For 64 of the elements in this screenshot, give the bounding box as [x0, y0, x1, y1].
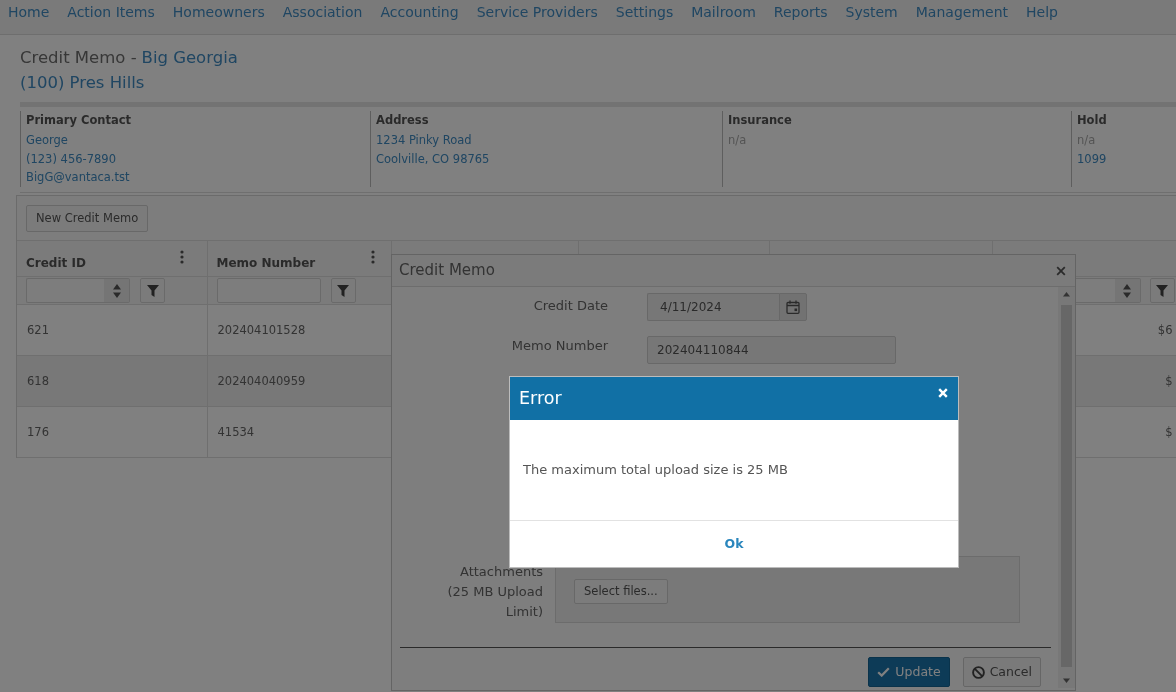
- calendar-button[interactable]: [779, 293, 807, 321]
- table-cell: 621: [17, 304, 207, 356]
- close-button[interactable]: [1056, 265, 1066, 276]
- info-link[interactable]: 1234 Pinky Road: [376, 131, 472, 150]
- filter-button[interactable]: [1149, 278, 1175, 304]
- filter-icon: [1156, 284, 1168, 297]
- filter-button[interactable]: [330, 278, 356, 304]
- cell-value: $6: [1157, 322, 1173, 337]
- close-icon: [1056, 265, 1066, 276]
- info-link[interactable]: (123) 456-7890: [26, 149, 116, 168]
- nav-link[interactable]: Settings: [615, 1, 674, 23]
- info-link[interactable]: Coolville, CO 98765: [376, 149, 490, 168]
- field-label: Memo Number: [511, 337, 608, 355]
- info-link[interactable]: George: [26, 131, 68, 150]
- filter-button[interactable]: [140, 278, 165, 304]
- ban-icon: [971, 665, 985, 679]
- property-link[interactable]: (100) Pres Hills: [20, 70, 145, 95]
- table-cell: 618: [17, 355, 207, 407]
- nav-link[interactable]: Management: [915, 1, 1008, 23]
- nav-link[interactable]: Reports: [773, 1, 828, 23]
- nav-link[interactable]: Service Providers: [476, 1, 598, 23]
- info-heading: Insurance: [728, 112, 792, 129]
- ok-button[interactable]: Ok: [718, 532, 750, 556]
- calendar-icon: [786, 300, 800, 314]
- info-heading: Address: [376, 112, 429, 129]
- info-heading: Hold: [1077, 112, 1107, 129]
- nav-link[interactable]: System: [845, 1, 898, 23]
- spinner-button[interactable]: [1114, 278, 1141, 304]
- field-label: Attachments (25 MB Upload Limit): [446, 563, 543, 621]
- vertical-dots-icon: [179, 250, 184, 265]
- filter-icon: [146, 284, 159, 297]
- page-title: Credit Memo -: [20, 47, 137, 69]
- select-files-button[interactable]: Select files...: [574, 579, 668, 605]
- vertical-dots-icon: [370, 250, 375, 265]
- info-link[interactable]: BigG@vantaca.tst: [26, 168, 130, 187]
- error-message: The maximum total upload size is 25 MB: [523, 461, 788, 480]
- input-field[interactable]: 202404110844: [647, 336, 896, 364]
- nav-link[interactable]: Association: [282, 1, 363, 23]
- cell-value: $: [1165, 373, 1173, 388]
- dialog-title: Error: [519, 387, 562, 411]
- homeowner-link[interactable]: Big Georgia: [141, 45, 238, 70]
- up-down-arrows-icon: [1123, 283, 1131, 298]
- scrollbar[interactable]: [1058, 287, 1075, 688]
- field-label: Credit Date: [533, 297, 608, 315]
- column-header[interactable]: Credit ID: [26, 253, 86, 274]
- dialog-title: Credit Memo: [399, 260, 495, 282]
- nav-link[interactable]: Mailroom: [691, 1, 756, 23]
- nav-link[interactable]: Help: [1026, 1, 1058, 23]
- cell-value: $: [1165, 424, 1173, 439]
- table-cell: 176: [17, 406, 207, 458]
- filter-icon: [337, 284, 349, 297]
- close-icon: [938, 388, 948, 398]
- check-icon: [877, 667, 891, 677]
- nav-link[interactable]: Homeowners: [172, 1, 265, 23]
- table-cell: 202404040959: [207, 355, 391, 407]
- nav-link[interactable]: Accounting: [380, 1, 459, 23]
- cancel-button[interactable]: Cancel: [962, 657, 1041, 687]
- update-button[interactable]: Update: [868, 657, 950, 687]
- info-heading: Primary Contact: [26, 112, 132, 129]
- nav-link[interactable]: Action Items: [67, 1, 155, 23]
- toolbar-button[interactable]: New Credit Memo: [26, 204, 149, 232]
- date-field[interactable]: 4/11/2024: [647, 293, 779, 321]
- info-link[interactable]: 1099: [1077, 149, 1107, 168]
- nav-link[interactable]: Home: [8, 1, 50, 23]
